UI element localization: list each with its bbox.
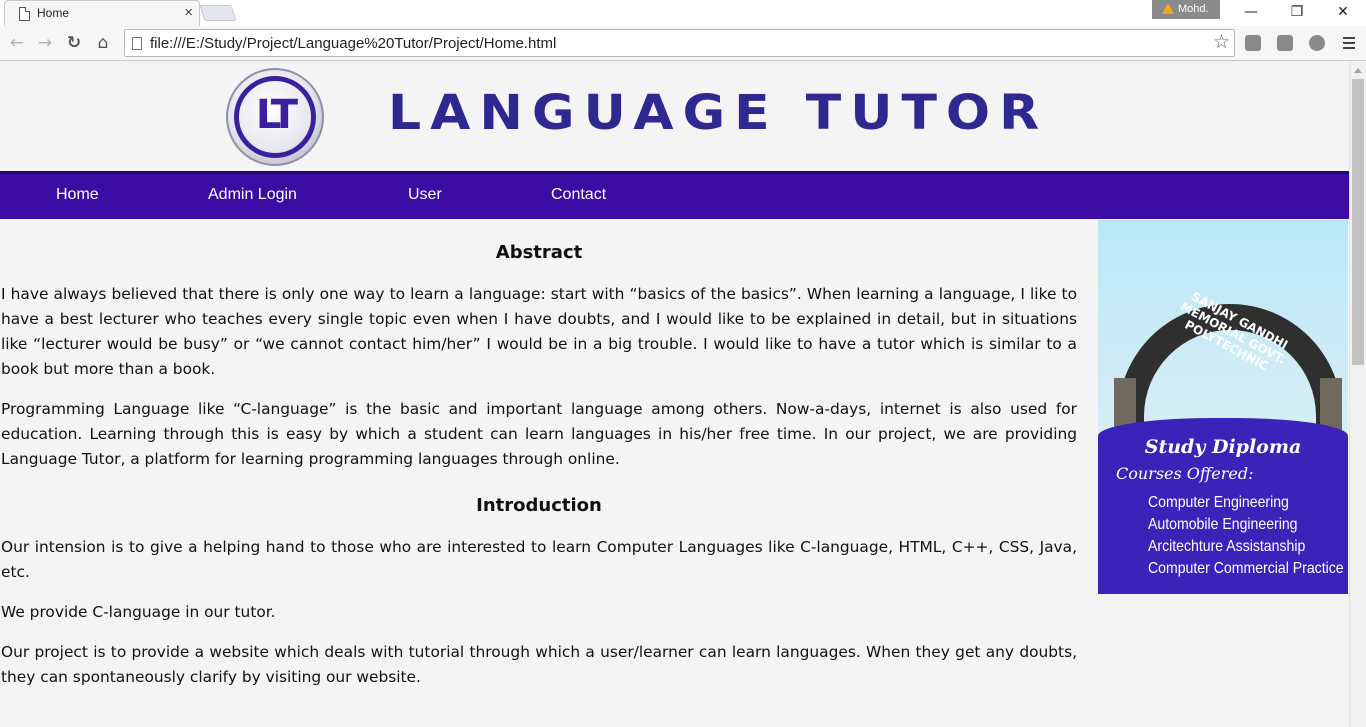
forward-button[interactable]: → [34,32,56,54]
nav-contact[interactable]: Contact [551,186,606,204]
scrollbar-thumb[interactable] [1352,79,1364,365]
menu-icon[interactable] [1342,34,1356,52]
course-item: Automobile Engineering [1148,516,1298,533]
main-nav: Home Admin Login User Contact [0,171,1349,219]
introduction-paragraph: Our project is to provide a website whic… [1,643,1077,686]
courses-panel: Study Diploma Courses Offered: Computer … [1098,418,1348,594]
minimize-button[interactable]: — [1228,0,1274,24]
promo-banner: SANJAY GANDHI MEMORIAL GOVT. POLYTECHNIC… [1098,220,1348,594]
tab-home[interactable]: Home × [4,0,200,26]
scroll-up-icon[interactable] [1354,68,1362,73]
back-button[interactable]: ← [6,32,28,54]
extension-icon[interactable] [1309,35,1325,51]
introduction-paragraph: Our intension is to give a helping hand … [1,538,1077,581]
home-button[interactable]: ⌂ [92,32,114,54]
course-item: Computer Engineering [1148,494,1289,511]
course-item: Arcitechture Assistanship [1148,538,1306,555]
introduction-paragraph: We provide C-language in our tutor. [1,603,276,621]
site-logo: LT [226,68,324,166]
new-tab-button[interactable] [199,5,237,21]
vertical-scrollbar[interactable] [1349,62,1366,727]
address-bar[interactable]: file:///E:/Study/Project/Language%20Tuto… [124,29,1235,57]
profile-badge[interactable]: Mohd. [1152,0,1220,19]
document-icon [19,7,30,21]
abstract-paragraph: I have always believed that there is onl… [1,285,1077,378]
profile-name: Mohd. [1178,3,1209,15]
nav-user[interactable]: User [408,186,442,204]
site-header: LT LANGUAGE TUTOR [0,62,1349,171]
course-item: Computer Commercial Practice [1148,560,1344,577]
restore-button[interactable]: ❐ [1274,0,1320,24]
bookmark-star-icon[interactable]: ☆ [1213,31,1230,53]
nav-home[interactable]: Home [56,186,99,204]
main-content: Abstract I have always believed that the… [1,219,1077,705]
abstract-paragraph: Programming Language like “C-language” i… [1,400,1077,468]
abstract-heading: Abstract [495,242,583,263]
url-text[interactable]: file:///E:/Study/Project/Language%20Tuto… [150,35,556,52]
close-window-button[interactable]: ✕ [1320,0,1366,24]
extension-icon[interactable] [1245,35,1261,51]
site-title: LANGUAGE TUTOR [388,85,1049,142]
promo-subheading: Courses Offered: [1116,464,1254,483]
page-viewport: LT LANGUAGE TUTOR Home Admin Login User … [0,62,1349,727]
browser-toolbar: ← → ↻ ⌂ file:///E:/Study/Project/Languag… [0,26,1366,61]
promo-heading: Study Diploma [1144,436,1302,458]
nav-admin-login[interactable]: Admin Login [208,186,297,204]
warning-icon [1162,3,1174,14]
logo-monogram: LT [255,92,298,138]
tab-strip: Home × Mohd. — ❐ ✕ [0,0,1366,26]
reload-button[interactable]: ↻ [63,32,85,54]
extension-icon[interactable] [1277,35,1293,51]
introduction-heading: Introduction [476,495,602,516]
page-icon [132,37,142,50]
tab-close-icon[interactable]: × [184,4,193,22]
tab-title: Home [37,6,70,20]
